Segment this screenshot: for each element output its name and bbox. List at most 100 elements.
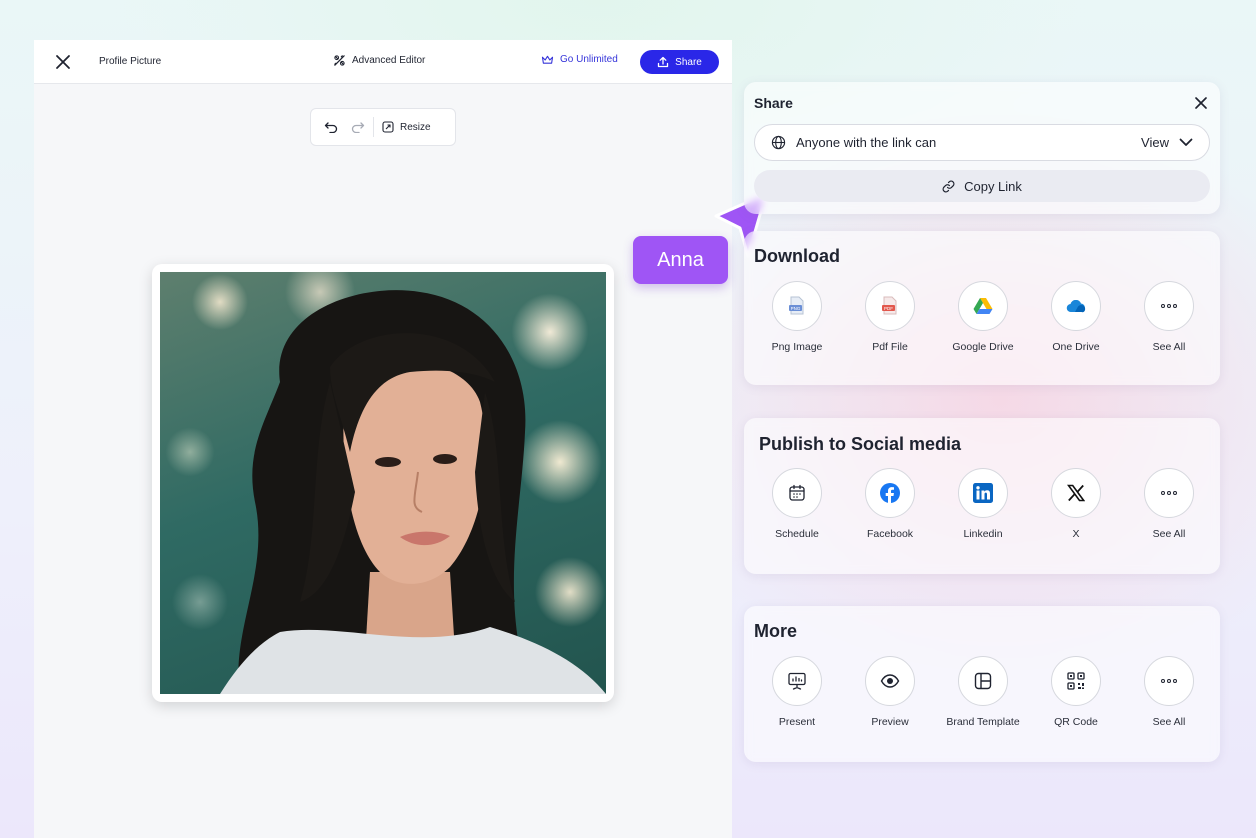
more-title: More xyxy=(754,621,798,641)
option-label: Present xyxy=(778,716,816,728)
option-circle: PDF xyxy=(865,281,915,331)
eye-icon xyxy=(880,674,900,688)
redo-icon xyxy=(351,122,365,133)
resize-button[interactable]: Resize xyxy=(382,121,431,133)
option-circle xyxy=(958,468,1008,518)
more-dots-icon xyxy=(1161,304,1177,308)
advanced-editor-label: Advanced Editor xyxy=(352,55,426,66)
x-icon xyxy=(1067,484,1085,502)
facebook-icon xyxy=(880,483,900,503)
close-icon[interactable] xyxy=(54,53,72,71)
option-label: Preview xyxy=(871,716,909,728)
option-label: Linkedin xyxy=(963,528,1003,540)
editor-panel: Profile Picture Advanced Editor Go Unlim… xyxy=(34,40,732,838)
option-circle xyxy=(865,656,915,706)
option-label: Google Drive xyxy=(952,341,1014,353)
google-drive-icon xyxy=(973,298,993,314)
more-see-all-button[interactable]: See All xyxy=(1144,656,1194,730)
calendar-icon xyxy=(789,484,805,501)
preview-button[interactable]: Preview xyxy=(865,656,915,730)
permission-value: View xyxy=(1141,135,1169,150)
option-circle xyxy=(1051,468,1101,518)
more-dots-icon xyxy=(1161,491,1177,495)
option-circle xyxy=(1144,468,1194,518)
social-options: Schedule Facebook Linkedin X See All xyxy=(772,468,1194,542)
option-label: QR Code xyxy=(1054,716,1098,728)
social-see-all-button[interactable]: See All xyxy=(1144,468,1194,542)
copy-link-button[interactable]: Copy Link xyxy=(754,170,1210,202)
magic-tools-icon xyxy=(334,55,345,66)
portrait-illustration xyxy=(220,290,606,694)
toolbar-divider xyxy=(373,117,374,137)
download-card: Download PNG Png Image PDF Pdf File Goog… xyxy=(744,231,1220,385)
close-icon[interactable] xyxy=(1192,94,1210,112)
share-panel-title: Share xyxy=(754,95,793,111)
globe-icon xyxy=(771,135,786,150)
resize-icon xyxy=(382,121,394,133)
copy-link-label: Copy Link xyxy=(964,178,1022,194)
more-dots-icon xyxy=(1161,679,1177,683)
present-button[interactable]: Present xyxy=(772,656,822,730)
download-onedrive-button[interactable]: One Drive xyxy=(1051,281,1101,355)
download-pdf-button[interactable]: PDF Pdf File xyxy=(865,281,915,355)
option-label: Facebook xyxy=(866,528,914,540)
publish-social-card: Publish to Social media Schedule Faceboo… xyxy=(744,418,1220,574)
redo-button[interactable] xyxy=(351,108,365,146)
qr-code-button[interactable]: QR Code xyxy=(1051,656,1101,730)
option-label: See All xyxy=(1152,716,1186,728)
share-button[interactable]: Share xyxy=(640,50,719,74)
download-see-all-button[interactable]: See All xyxy=(1144,281,1194,355)
option-label: Schedule xyxy=(775,528,819,540)
onedrive-icon xyxy=(1066,299,1086,312)
option-circle xyxy=(1051,281,1101,331)
option-circle xyxy=(1144,656,1194,706)
qr-code-icon xyxy=(1067,672,1085,690)
chevron-down-icon xyxy=(1179,138,1193,146)
download-png-button[interactable]: PNG Png Image xyxy=(772,281,822,355)
publish-social-title: Publish to Social media xyxy=(759,434,962,454)
crown-icon xyxy=(541,55,554,64)
svg-text:PNG: PNG xyxy=(791,306,801,311)
download-google-drive-button[interactable]: Google Drive xyxy=(952,281,1014,355)
option-circle xyxy=(1051,656,1101,706)
option-label: One Drive xyxy=(1052,341,1100,353)
share-card: Share Anyone with the link can View Copy… xyxy=(744,82,1220,214)
option-label: Brand Template xyxy=(946,716,1020,728)
undo-icon xyxy=(324,122,338,133)
canvas-toolbar: Resize xyxy=(310,108,456,146)
download-title: Download xyxy=(754,246,840,266)
advanced-editor-button[interactable]: Advanced Editor xyxy=(333,54,425,67)
go-unlimited-button[interactable]: Go Unlimited xyxy=(541,54,618,65)
schedule-button[interactable]: Schedule xyxy=(772,468,822,542)
upload-icon xyxy=(658,56,669,68)
undo-button[interactable] xyxy=(311,108,351,146)
canvas-image-frame[interactable] xyxy=(152,264,614,702)
permission-text: Anyone with the link can xyxy=(796,135,937,150)
more-card: More Present Preview Brand Template QR C… xyxy=(744,606,1220,762)
option-label: Png Image xyxy=(771,341,823,353)
link-permission-dropdown[interactable]: Anyone with the link can View xyxy=(754,124,1210,161)
option-circle xyxy=(865,468,915,518)
option-circle xyxy=(772,468,822,518)
brand-template-button[interactable]: Brand Template xyxy=(946,656,1020,730)
option-circle xyxy=(958,281,1008,331)
more-options: Present Preview Brand Template QR Code S… xyxy=(772,656,1194,730)
presentation-icon xyxy=(788,672,806,690)
option-circle xyxy=(772,656,822,706)
profile-photo xyxy=(160,272,606,694)
option-circle xyxy=(958,656,1008,706)
option-label: See All xyxy=(1152,341,1186,353)
option-circle: PNG xyxy=(772,281,822,331)
download-options: PNG Png Image PDF Pdf File Google Drive … xyxy=(772,281,1194,355)
link-icon xyxy=(942,180,955,192)
facebook-button[interactable]: Facebook xyxy=(865,468,915,542)
x-button[interactable]: X xyxy=(1051,468,1101,542)
png-file-icon: PNG xyxy=(789,296,804,315)
option-circle xyxy=(1144,281,1194,331)
document-title: Profile Picture xyxy=(99,56,162,67)
svg-text:PDF: PDF xyxy=(884,306,893,311)
linkedin-icon xyxy=(973,483,993,503)
template-icon xyxy=(974,672,992,690)
linkedin-button[interactable]: Linkedin xyxy=(958,468,1008,542)
pdf-file-icon: PDF xyxy=(882,296,897,315)
